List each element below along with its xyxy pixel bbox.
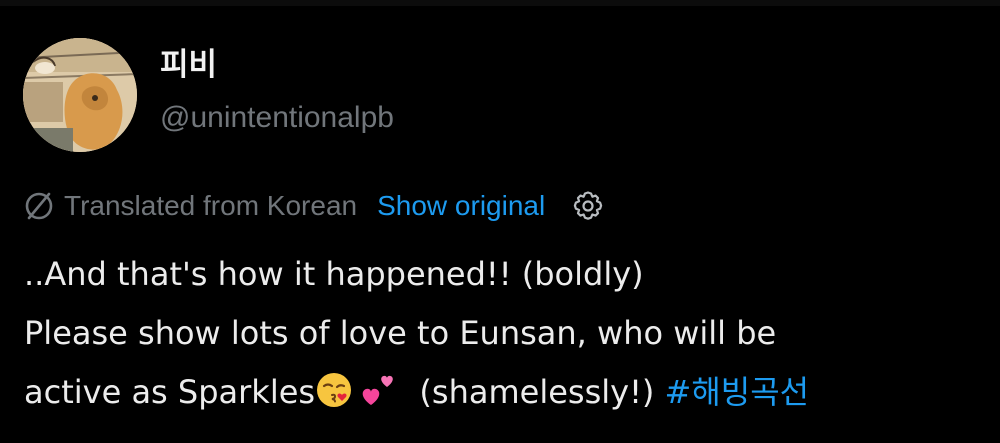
- avatar-illustration: [23, 38, 137, 152]
- tweet-text: ..And that's how it happened!! (boldly) …: [24, 245, 984, 428]
- tweet-line-3-suffix: (shamelessly!): [419, 373, 655, 411]
- tweet-line-3: active as Sparkles (shamelessly!) #해빙곡선: [24, 363, 984, 428]
- avatar[interactable]: [23, 38, 137, 152]
- tweet-card: 피비 @unintentionalpb Translated from Kore…: [0, 0, 1000, 443]
- tweet-line-1: ..And that's how it happened!! (boldly): [24, 255, 644, 293]
- two-hearts-emoji: [359, 369, 399, 428]
- globe-slash-icon: [22, 189, 56, 223]
- author-handle[interactable]: @unintentionalpb: [160, 100, 394, 136]
- translation-bar: Translated from Korean Show original: [22, 186, 605, 226]
- author-display-name[interactable]: 피비: [160, 47, 217, 83]
- translated-from-label: Translated from Korean: [64, 190, 358, 221]
- show-original-link[interactable]: Show original: [377, 190, 545, 222]
- gear-icon[interactable]: [571, 189, 605, 223]
- tweet-line-3-text: active as Sparkles: [24, 373, 316, 411]
- hashtag-link[interactable]: #해빙곡선: [665, 373, 810, 411]
- tweet-line-2: Please show lots of love to Eunsan, who …: [24, 314, 777, 352]
- kissing-face-emoji: [315, 369, 353, 428]
